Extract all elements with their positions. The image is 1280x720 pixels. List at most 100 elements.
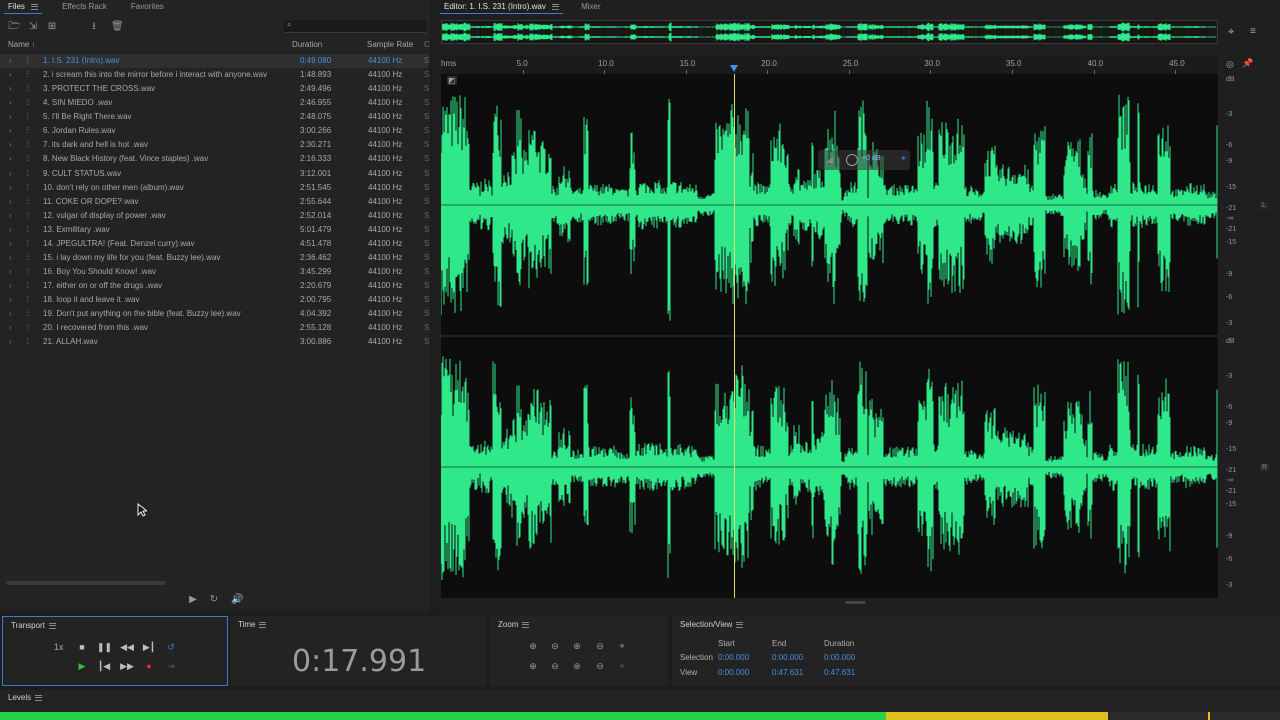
- file-row[interactable]: › ⫶⫶ 12. vulgar of display of power .wav 2:…: [0, 209, 429, 223]
- channel-left-toggle[interactable]: L: [1260, 202, 1268, 209]
- file-row[interactable]: › ⫶⫶ 3. PROTECT THE CROSS.wav 2:49.496 44100…: [0, 82, 429, 96]
- zoom-out-amplitude-icon[interactable]: ⊖: [548, 640, 562, 652]
- fast-forward-button[interactable]: ▶▶: [120, 660, 134, 672]
- expand-chevron-icon[interactable]: ›: [9, 237, 12, 251]
- rewind-button[interactable]: ◀◀: [120, 641, 134, 653]
- file-row[interactable]: › ⫶⫶ 9. CULT STATUS.wav 3:12.001 44100 Hz S: [0, 167, 429, 181]
- file-row[interactable]: › ⫶⫶ 19. Don't put anything on the bible (…: [0, 307, 429, 321]
- zoom-menu-icon[interactable]: [522, 621, 530, 628]
- zoom-in-point-icon[interactable]: ⊕: [570, 660, 584, 672]
- file-row[interactable]: › ⫶⫶ 4. SIN MIEDO .wav 2:46.955 44100 Hz S: [0, 96, 429, 110]
- save-icon[interactable]: ⭳: [88, 21, 100, 32]
- zoom-out-full-icon[interactable]: ⊖: [593, 640, 607, 652]
- expand-chevron-icon[interactable]: ›: [9, 265, 12, 279]
- playhead-handle[interactable]: [730, 65, 739, 72]
- file-row[interactable]: › ⫶⫶ 16. Boy You Should Know! .wav 3:45.299…: [0, 265, 429, 279]
- expand-chevron-icon[interactable]: ›: [9, 152, 12, 166]
- autoplay-icon[interactable]: 🔊: [231, 594, 243, 605]
- expand-chevron-icon[interactable]: ›: [9, 181, 12, 195]
- record-button[interactable]: ●: [142, 660, 156, 672]
- sv-selection-end[interactable]: 0:00.000: [772, 653, 803, 662]
- gain-knob[interactable]: [846, 154, 858, 166]
- zoom-out-point-icon[interactable]: ⊖: [593, 660, 607, 672]
- tab-mixer[interactable]: Mixer: [573, 0, 609, 14]
- zoom-out-horizontal-icon[interactable]: ⊖: [548, 660, 562, 672]
- file-row[interactable]: › ⫶⫶ 17. either on or off the drugs .wav 2:…: [0, 279, 429, 293]
- expand-chevron-icon[interactable]: ›: [9, 279, 12, 293]
- tab-files[interactable]: Files: [0, 0, 46, 14]
- new-file-icon[interactable]: ⊞: [46, 21, 58, 32]
- file-row[interactable]: › ⫶⫶ 14. JPEGULTRA! (Feat. Denzel curry).w…: [0, 237, 429, 251]
- expand-chevron-icon[interactable]: ›: [9, 167, 12, 181]
- file-row[interactable]: › ⫶⫶ 18. loop it and leave it .wav 2:00.795…: [0, 293, 429, 307]
- sv-view-start[interactable]: 0:00.000: [718, 668, 749, 677]
- file-row[interactable]: › ⫶⫶ 7. its dark and hell is hot .wav 2:30.…: [0, 138, 429, 152]
- expand-chevron-icon[interactable]: ›: [9, 54, 12, 68]
- clip-marker-icon[interactable]: ◩: [447, 76, 457, 85]
- file-row[interactable]: › ⫶⫶ 6. Jordan Rules.wav 3:00.266 44100 Hz S: [0, 124, 429, 138]
- time-display[interactable]: 0:17.991: [292, 644, 426, 679]
- col-duration[interactable]: Duration: [292, 40, 322, 49]
- tab-editor[interactable]: Editor: 1. I.S. 231 (Intro).wav: [436, 0, 567, 14]
- expand-chevron-icon[interactable]: ›: [9, 138, 12, 152]
- import-file-icon[interactable]: ⇲: [27, 21, 39, 32]
- waveform-overview[interactable]: [441, 20, 1218, 44]
- tab-effects-rack[interactable]: Effects Rack: [54, 0, 115, 14]
- col-extra[interactable]: C: [424, 40, 430, 49]
- selection-view-menu-icon[interactable]: [736, 621, 744, 628]
- files-search[interactable]: ⌕: [284, 20, 426, 33]
- expand-chevron-icon[interactable]: ›: [9, 251, 12, 265]
- sv-view-duration[interactable]: 0:47.631: [824, 668, 855, 677]
- skip-end-button[interactable]: ▶┃: [142, 641, 156, 653]
- file-row[interactable]: › ⫶⫶ 2. i scream this into the mirror befo…: [0, 68, 429, 82]
- play-button[interactable]: ▶: [75, 660, 89, 672]
- file-row[interactable]: › ⫶⫶ 10. don't rely on other men (album).w…: [0, 181, 429, 195]
- playback-speed[interactable]: 1x: [54, 642, 64, 652]
- pause-button[interactable]: ❚❚: [97, 641, 112, 653]
- zoom-in-horizontal-icon[interactable]: ⊕: [526, 660, 540, 672]
- col-sample-rate[interactable]: Sample Rate: [367, 40, 413, 49]
- expand-chevron-icon[interactable]: ›: [9, 293, 12, 307]
- expand-chevron-icon[interactable]: ›: [9, 307, 12, 321]
- zoom-in-amplitude-icon[interactable]: ⊕: [526, 640, 540, 652]
- expand-chevron-icon[interactable]: ›: [9, 195, 12, 209]
- overview-menu-icon[interactable]: ≡: [1250, 26, 1256, 37]
- expand-chevron-icon[interactable]: ›: [9, 68, 12, 82]
- channel-right-toggle[interactable]: R: [1260, 464, 1270, 471]
- file-row[interactable]: › ⫶⫶ 20. I recovered from this .wav 2:55.12…: [0, 321, 429, 335]
- expand-chevron-icon[interactable]: ›: [9, 209, 12, 223]
- col-name[interactable]: Name ↑: [8, 40, 35, 49]
- hud-pin-icon[interactable]: ✶: [900, 154, 907, 163]
- files-horizontal-scrollbar[interactable]: [6, 581, 166, 585]
- waveform-horizontal-scrollbar[interactable]: [845, 601, 865, 604]
- levels-menu-icon[interactable]: [35, 694, 43, 701]
- expand-chevron-icon[interactable]: ›: [9, 321, 12, 335]
- expand-chevron-icon[interactable]: ›: [9, 223, 12, 237]
- panel-menu-icon[interactable]: [31, 3, 39, 10]
- expand-chevron-icon[interactable]: ›: [9, 110, 12, 124]
- time-menu-icon[interactable]: [259, 621, 267, 628]
- file-row[interactable]: › ⫶⫶ 13. Exmilitary .wav 5:01.479 44100 Hz S: [0, 223, 429, 237]
- expand-chevron-icon[interactable]: ›: [9, 335, 12, 349]
- delete-icon[interactable]: 🗑: [111, 21, 124, 32]
- expand-chevron-icon[interactable]: ›: [9, 96, 12, 110]
- file-row[interactable]: › ⫶⫶ 5. I'll Be Right There.wav 2:48.075 441…: [0, 110, 429, 124]
- zoom-to-selection-icon[interactable]: ⌖: [615, 640, 629, 652]
- file-row[interactable]: › ⫶⫶ 21. ALLAH.wav 3:00.886 44100 Hz S: [0, 335, 429, 349]
- expand-chevron-icon[interactable]: ›: [9, 124, 12, 138]
- tab-favorites[interactable]: Favorites: [123, 0, 172, 14]
- loop-file-icon[interactable]: ↻: [208, 594, 220, 605]
- transport-menu-icon[interactable]: [48, 622, 56, 629]
- file-row[interactable]: › ⫶⫶ 8. New Black History (feat. Vince sta…: [0, 152, 429, 166]
- file-row[interactable]: › ⫶⫶ 15. i lay down my life for you (feat.…: [0, 251, 429, 265]
- skip-start-button[interactable]: ┃◀: [97, 660, 111, 672]
- file-row[interactable]: › ⫶⫶ 1. I.S. 231 (Intro).wav 0:49.080 44100 …: [0, 54, 429, 68]
- loop-button[interactable]: ↺: [164, 641, 178, 653]
- play-file-icon[interactable]: ▶: [187, 594, 199, 605]
- sv-selection-start[interactable]: 0:00.000: [718, 653, 749, 662]
- volume-hud[interactable]: ◢ +0 dB ✶: [818, 150, 910, 170]
- sv-selection-duration[interactable]: 0:00.000: [824, 653, 855, 662]
- file-row[interactable]: › ⫶⫶ 11. COKE OR DOPE?.wav 2:55.644 44100 Hz…: [0, 195, 429, 209]
- files-search-input[interactable]: [298, 20, 424, 33]
- expand-chevron-icon[interactable]: ›: [9, 82, 12, 96]
